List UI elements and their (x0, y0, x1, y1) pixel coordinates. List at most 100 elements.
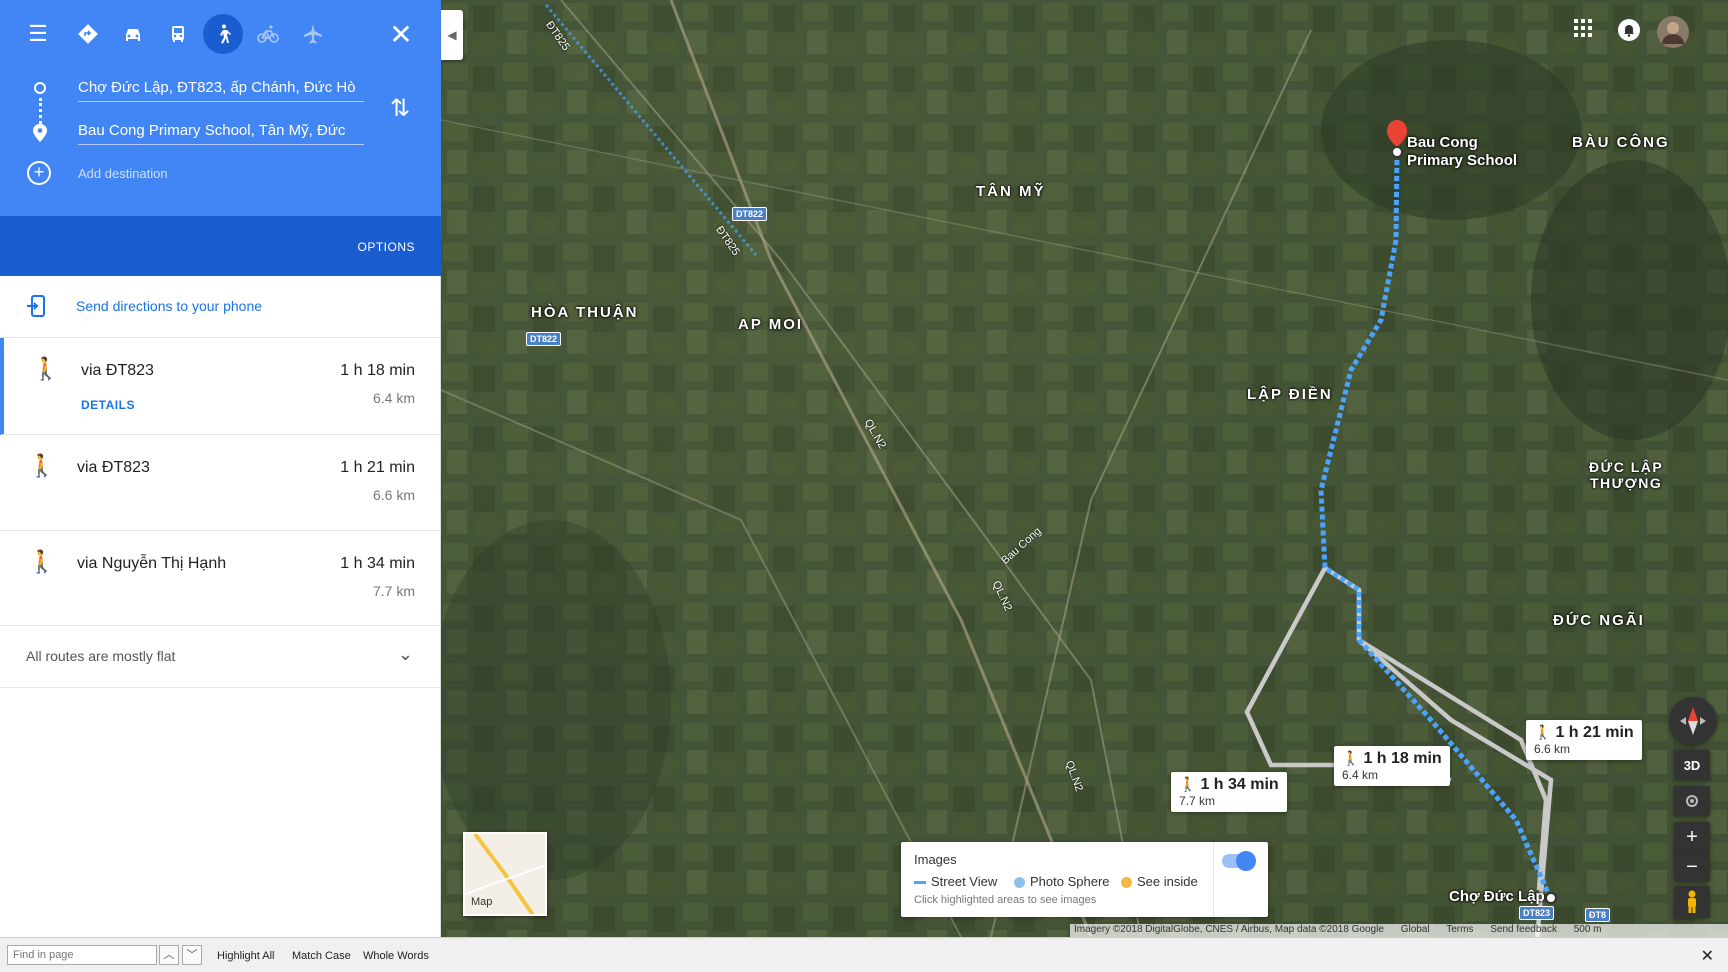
place-label: AP MOI (738, 316, 804, 333)
route-bubble-time: 1 h 18 min (1363, 750, 1442, 767)
place-label: BÀU CÔNG (1572, 134, 1670, 151)
avatar[interactable] (1657, 16, 1689, 54)
directions-mode-driving[interactable] (113, 14, 153, 54)
add-destination-icon[interactable]: + (27, 161, 51, 185)
airplane-icon (304, 24, 322, 44)
legend-label: See inside (1137, 874, 1198, 889)
place-label: ĐỨC LẬP THƯỢNG (1589, 459, 1663, 491)
route-bubble-time: 1 h 21 min (1555, 724, 1634, 741)
compass-icon (1680, 707, 1706, 735)
road-shield: DT823 (1519, 906, 1555, 920)
close-icon: ✕ (1700, 948, 1714, 965)
compass-button[interactable] (1669, 697, 1717, 745)
close-icon: ✕ (389, 18, 413, 50)
find-input[interactable] (7, 945, 157, 965)
imagery-toggle[interactable] (1222, 851, 1256, 871)
highlight-all-toggle[interactable]: Highlight All (217, 950, 274, 962)
match-case-toggle[interactable]: Match Case (292, 950, 351, 962)
see-inside-dot-icon (1121, 877, 1132, 889)
chevron-down-icon: ⌄ (397, 644, 413, 664)
origin-input[interactable]: Chợ Đức Lập, ĐT823, ấp Chánh, Đức Hò (78, 74, 364, 102)
legend-label: Street View (931, 874, 998, 889)
walking-icon: 🚶 (32, 356, 60, 381)
route-via: via ĐT823 (81, 362, 154, 379)
attribution-bar: Imagery ©2018 DigitalGlobe, CNES / Airbu… (1070, 924, 1728, 937)
apps-grid-icon[interactable] (1573, 18, 1593, 44)
my-location-icon (1686, 795, 1698, 807)
whole-words-toggle[interactable]: Whole Words (363, 950, 429, 962)
bus-icon (172, 26, 184, 42)
route-option[interactable]: 🚶 via ĐT823 1 h 18 min 6.4 km DETAILS (0, 338, 441, 435)
route-bubble[interactable]: 🚶 1 h 21 min 6.6 km (1526, 720, 1642, 760)
place-label: LẬP ĐIỀN (1247, 386, 1333, 403)
my-location-button[interactable] (1674, 786, 1710, 816)
add-destination-field[interactable]: Add destination (78, 166, 168, 181)
route-via: via Nguyễn Thị Hạnh (77, 555, 227, 572)
layer-switcher-map[interactable]: Map (463, 832, 547, 916)
imagery-panel: Images Street View Photo Sphere See insi… (901, 842, 1268, 917)
car-icon (126, 29, 140, 41)
destination-input[interactable]: Bau Cong Primary School, Tân Mỹ, Đức (78, 117, 364, 145)
satellite-map[interactable]: HÒA THUẬN AP MOI TÂN MỸ LẬP ĐIỀN BÀU CÔN… (441, 0, 1728, 937)
route-bubble[interactable]: 🚶 1 h 18 min 6.4 km (1334, 746, 1450, 786)
route-bubble-distance: 6.4 km (1342, 768, 1379, 782)
options-bar: OPTIONS (0, 216, 441, 276)
route-details-link[interactable]: DETAILS (81, 398, 135, 412)
send-feedback-link[interactable]: Send feedback (1490, 924, 1557, 935)
global-link[interactable]: Global (1401, 924, 1430, 935)
origin-map-label[interactable]: Chợ Đức Lập (1449, 888, 1545, 906)
walking-icon: 🚶 (1534, 724, 1552, 740)
swap-waypoints-button[interactable]: ⇅ (390, 94, 410, 123)
route-option[interactable]: 🚶 via Nguyễn Thị Hạnh 1 h 34 min 7.7 km (0, 531, 441, 626)
photo-sphere-dot-icon (1014, 877, 1025, 889)
minimap-label: Map (471, 896, 493, 908)
walking-icon: 🚶 (1342, 750, 1360, 766)
map-terrain (441, 0, 1728, 937)
route-bubble[interactable]: 🚶 1 h 34 min 7.7 km (1171, 772, 1287, 812)
destination-map-label[interactable]: Bau Cong Primary School (1407, 134, 1517, 170)
3d-toggle-button[interactable]: 3D (1674, 750, 1710, 780)
collapse-panel-button[interactable]: ◀ (441, 10, 463, 60)
scale-label[interactable]: 500 m (1574, 924, 1602, 935)
route-bubble-time: 1 h 34 min (1200, 776, 1279, 793)
zoom-out-button[interactable]: − (1674, 852, 1710, 882)
route-via: via ĐT823 (77, 459, 150, 476)
route-distance: 6.4 km (372, 390, 415, 406)
menu-button[interactable]: ☰ (18, 14, 58, 54)
directions-mode-flights[interactable] (293, 14, 333, 54)
origin-circle-icon (34, 82, 46, 94)
place-label: HÒA THUẬN (531, 304, 639, 321)
destination-label-line: Bau Cong (1407, 134, 1478, 151)
directions-mode-cycling[interactable] (248, 14, 288, 54)
route-option[interactable]: 🚶 via ĐT823 1 h 21 min 6.6 km (0, 435, 441, 531)
legend-label: Photo Sphere (1030, 874, 1110, 889)
legend-photo-sphere: Photo Sphere (1014, 874, 1110, 889)
directions-mode-transit[interactable] (158, 14, 198, 54)
send-to-phone-link[interactable]: Send directions to your phone (76, 298, 262, 314)
directions-mode-walking[interactable] (203, 14, 243, 54)
imagery-title: Images (914, 852, 957, 867)
zoom-in-button[interactable]: + (1674, 822, 1710, 852)
elevation-summary-row[interactable]: All routes are mostly flat ⌄ (0, 626, 441, 688)
send-to-phone-row[interactable]: Send directions to your phone (0, 276, 441, 338)
close-directions-button[interactable]: ✕ (381, 14, 421, 54)
divider (1213, 842, 1214, 917)
road-shield: ĐT8 (1585, 908, 1611, 922)
route-time: 1 h 34 min (340, 555, 415, 572)
swap-arrows-icon: ⇅ (390, 95, 411, 122)
chevron-up-icon: ︿ (163, 949, 175, 961)
find-previous-button[interactable]: ︿ (159, 945, 179, 965)
close-find-bar-button[interactable]: ✕ (1701, 946, 1714, 966)
notifications-bell-icon[interactable] (1617, 18, 1641, 48)
imagery-attribution: Imagery ©2018 DigitalGlobe, CNES / Airbu… (1074, 924, 1384, 935)
find-next-button[interactable]: ﹀ (182, 945, 202, 965)
pegman-button[interactable] (1674, 886, 1710, 918)
options-button[interactable]: OPTIONS (357, 240, 415, 254)
pegman-icon (1688, 890, 1696, 913)
terms-link[interactable]: Terms (1446, 924, 1473, 935)
send-to-device-icon (27, 295, 45, 317)
route-bubble-distance: 7.7 km (1179, 794, 1216, 808)
directions-mode-best[interactable] (68, 14, 108, 54)
walking-icon: 🚶 (28, 453, 56, 478)
route-distance: 7.7 km (372, 583, 415, 599)
